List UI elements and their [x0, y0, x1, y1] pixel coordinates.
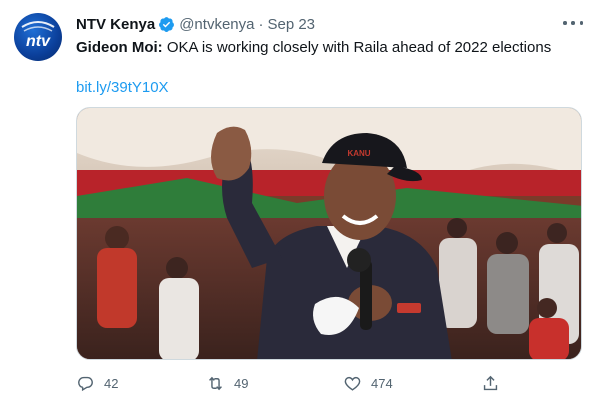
retweet-button[interactable]: 49 [206, 372, 248, 394]
more-dot [579, 21, 583, 25]
like-button[interactable]: 474 [343, 372, 393, 394]
author-name[interactable]: NTV Kenya [76, 16, 155, 33]
tweet-date[interactable]: Sep 23 [267, 16, 315, 33]
retweet-icon [209, 376, 222, 390]
tweet-actions: 42 49 474 [76, 372, 506, 394]
retweet-count: 49 [234, 375, 249, 391]
reply-icon [78, 376, 93, 391]
avatar[interactable]: ntv [14, 13, 62, 61]
tweet-text: Gideon Moi: OKA is working closely with … [76, 38, 551, 58]
tweet-text-body: OKA is working closely with Raila ahead … [162, 39, 552, 56]
more-dot [563, 21, 567, 25]
more-dot [571, 21, 575, 25]
author-handle[interactable]: @ntvkenya [179, 16, 254, 33]
reply-count: 42 [104, 375, 119, 391]
tweet-link[interactable]: bit.ly/39tY10X [76, 79, 169, 96]
ntv-logo-icon: ntv [21, 21, 55, 50]
avatar-logo-text: ntv [26, 33, 51, 50]
separator-dot: · [258, 15, 264, 33]
heart-icon [344, 376, 361, 391]
tweet-header: NTV Kenya @ntvkenya · Sep 23 [76, 14, 315, 34]
tweet-text-bold: Gideon Moi: [76, 39, 163, 56]
share-icon [483, 375, 498, 390]
more-options-icon[interactable] [563, 16, 583, 30]
cap-lettering: KANU [347, 149, 370, 158]
tweet-card[interactable]: ntv NTV Kenya @ntvkenya · Sep 23 Gideon … [0, 0, 599, 407]
share-button[interactable] [481, 372, 500, 394]
like-count: 474 [371, 375, 393, 391]
reply-button[interactable]: 42 [76, 372, 118, 394]
tweet-photo[interactable]: KANU [76, 107, 582, 360]
photo-illustration: KANU [77, 108, 581, 359]
verified-badge-icon [159, 16, 175, 32]
